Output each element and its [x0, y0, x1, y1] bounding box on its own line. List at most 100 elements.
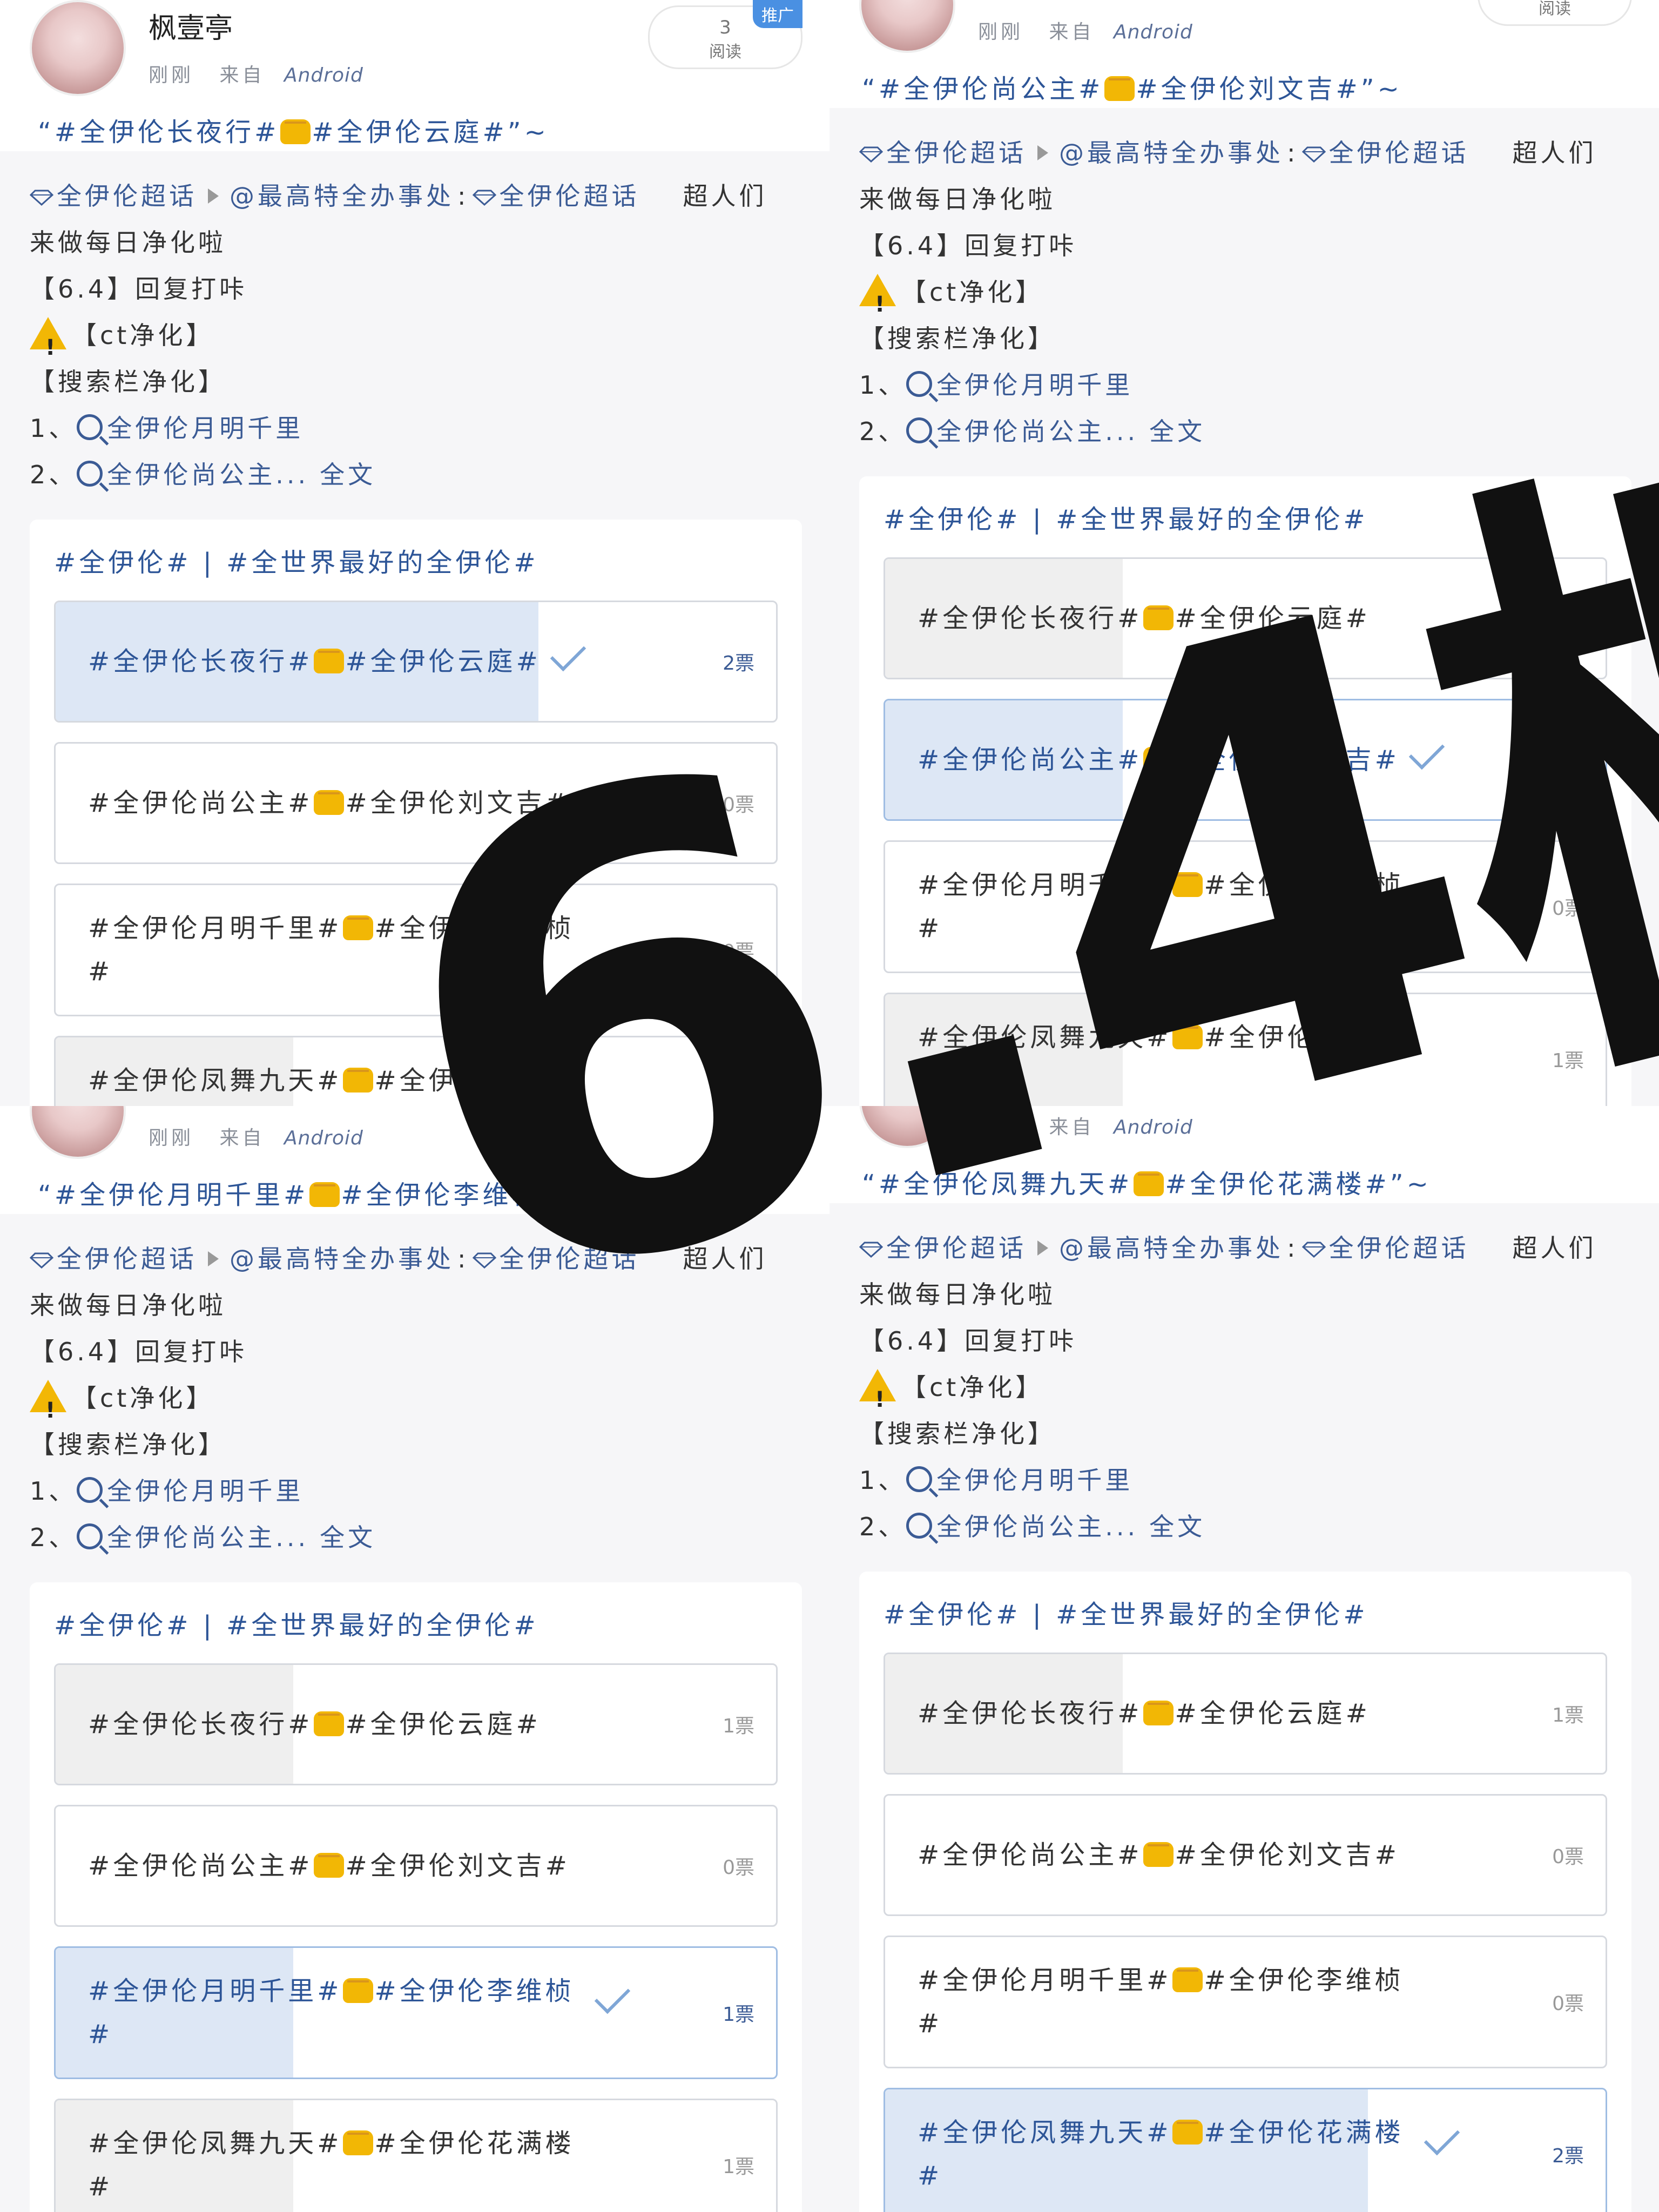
read-label: 阅读 — [709, 43, 741, 62]
repost-topic[interactable]: “#全伊伦月明千里# #全伊伦李维桢#”~ — [38, 1174, 608, 1211]
search-item-1[interactable]: 1、 全伊伦月明千里 — [859, 1457, 1632, 1503]
full-text-link[interactable]: 全文 — [1149, 417, 1205, 446]
author-name[interactable]: 枫壹亭 — [149, 5, 233, 46]
supertopic-link[interactable]: 全伊伦超话 — [859, 138, 1027, 167]
supertopic-link[interactable]: 全伊伦超话 — [30, 1244, 197, 1273]
full-text-link[interactable]: 全文 — [320, 1523, 376, 1552]
fist-icon — [309, 1182, 340, 1207]
vote-option-4[interactable]: #全伊伦凤舞九天##全伊伦花满楼#1票 — [884, 993, 1607, 1106]
body-line-3: 【6.4】回复打咔 — [30, 1337, 248, 1366]
body-line-2: 来做每日净化啦 — [30, 228, 226, 257]
vote-option-2[interactable]: #全伊伦尚公主# #全伊伦刘文吉# 1票 — [884, 699, 1607, 821]
vote-count: 1票 — [723, 1715, 754, 1737]
vote-option-3[interactable]: #全伊伦月明千里# #全伊伦李维桢 #0票 — [54, 884, 778, 1016]
search-item-2[interactable]: 2、 全伊伦尚公主... 全文 — [859, 408, 1632, 455]
body-line-4: ! 【ct净化】 — [859, 269, 1632, 317]
search-icon — [906, 371, 933, 397]
platform-label: Android — [1113, 1116, 1193, 1138]
body-line-2: 来做每日净化啦 — [859, 185, 1056, 214]
mention-link[interactable]: @最高特全办事处 — [1059, 1233, 1284, 1263]
search-item-2[interactable]: 2、 全伊伦尚公主... 全文 — [30, 451, 802, 498]
vote-option-3[interactable]: #全伊伦月明千里# #全伊伦李维桢 #0票 — [884, 840, 1607, 973]
body-line-5: 【搜索栏净化】 — [30, 367, 226, 396]
repost-topic[interactable]: “#全伊伦长夜行# #全伊伦云庭#”~ — [38, 111, 549, 149]
search-item-2[interactable]: 2、 全伊伦尚公主... 全文 — [30, 1514, 802, 1561]
diamond-icon — [859, 1242, 883, 1258]
supertopic-link-2[interactable]: 全伊伦超话 — [472, 181, 640, 211]
supertopic-link[interactable]: 全伊伦超话 — [30, 181, 197, 211]
vote-title: #全伊伦# | #全世界最好的全伊伦# — [884, 1600, 1368, 1630]
full-text-link[interactable]: 全文 — [320, 460, 376, 489]
search-icon — [77, 414, 103, 440]
fist-icon — [1172, 872, 1203, 897]
mention-link[interactable]: @最高特全办事处 — [230, 1244, 454, 1273]
fist-icon — [1143, 1701, 1174, 1725]
avatar[interactable] — [30, 1106, 126, 1159]
vote-option-2[interactable]: #全伊伦尚公主# #全伊伦刘文吉# 0票 — [884, 1794, 1607, 1916]
vote-option-3[interactable]: #全伊伦月明千里# #全伊伦李维桢 #0票 — [884, 1936, 1607, 2068]
vote-option-2[interactable]: #全伊伦尚公主# #全伊伦刘文吉# 0票 — [54, 742, 778, 864]
vote-title: #全伊伦# | #全世界最好的全伊伦# — [54, 548, 539, 578]
fist-icon — [1104, 76, 1135, 101]
vote-option-1[interactable]: #全伊伦长夜行# #全伊伦云庭# 1票 — [54, 1663, 778, 1785]
vote-count: 1票 — [1552, 751, 1584, 773]
body-line-3: 【6.4】回复打咔 — [859, 1326, 1077, 1355]
post-panel-1: 枫壹亭 刚刚 来自 Android 3 阅读 推广 “#全伊伦长夜行# #全伊伦云… — [0, 0, 830, 1106]
post-header: 枫壹亭 刚刚 来自 Android 3 阅读 推广 “#全伊伦长夜行# #全伊伦云… — [0, 0, 830, 151]
fist-icon — [343, 1068, 374, 1092]
vote-option-1[interactable]: #全伊伦长夜行# #全伊伦云庭# 2票 — [54, 601, 778, 723]
vote-option-4[interactable]: #全伊伦凤舞九天##全伊伦花满楼#1票 — [54, 2099, 778, 2212]
vote-option-1[interactable]: #全伊伦长夜行# #全伊伦云庭# 1票 — [884, 1653, 1607, 1775]
from-prefix: 来自 — [219, 1127, 265, 1149]
search-item-1[interactable]: 1、 全伊伦月明千里 — [859, 362, 1632, 408]
repost-topic[interactable]: “#全伊伦凤舞九天# #全伊伦花满楼#”~ — [862, 1163, 1432, 1201]
search-item-1[interactable]: 1、 全伊伦月明千里 — [30, 405, 802, 451]
check-icon — [1408, 733, 1445, 770]
vote-option-1[interactable]: #全伊伦长夜行# #全伊伦云庭# 1票 — [884, 557, 1607, 679]
vote-option-4[interactable]: #全伊伦凤舞九天# #全伊伦花满楼 #2票 — [884, 2088, 1607, 2212]
repost-topic[interactable]: “#全伊伦尚公主# #全伊伦刘文吉#”~ — [862, 68, 1402, 105]
vote-option-3[interactable]: #全伊伦月明千里# #全伊伦李维桢 #1票 — [54, 1946, 778, 2079]
fist-icon — [1143, 747, 1174, 772]
full-text-link[interactable]: 全文 — [1149, 1512, 1205, 1541]
check-icon — [594, 1978, 630, 2014]
fist-icon — [343, 915, 374, 940]
avatar[interactable] — [859, 1106, 955, 1148]
vote-option-2[interactable]: #全伊伦尚公主# #全伊伦刘文吉# 0票 — [54, 1805, 778, 1927]
vote-count: 0票 — [723, 1857, 754, 1879]
post-meta: 刚刚 来自 Android — [978, 1111, 1193, 1139]
body-line-4: ! 【ct净化】 — [30, 312, 802, 360]
fist-icon — [343, 1978, 374, 2003]
vote-option-4[interactable]: #全伊伦凤舞九天##全伊伦花满楼#1票 — [54, 1036, 778, 1106]
search-item-1[interactable]: 1、 全伊伦月明千里 — [30, 1468, 802, 1514]
fist-icon — [1134, 1171, 1164, 1196]
post-panel-3: 刚刚 来自 Android “#全伊伦月明千里# #全伊伦李维桢#”~ 全伊伦超话… — [0, 1106, 830, 2212]
body-line-4: ! 【ct净化】 — [859, 1364, 1632, 1412]
supertopic-link-2[interactable]: 全伊伦超话 — [1301, 138, 1469, 167]
from-prefix: 来自 — [1049, 1116, 1095, 1138]
search-item-2[interactable]: 2、 全伊伦尚公主... 全文 — [859, 1503, 1632, 1550]
supertopic-link[interactable]: 全伊伦超话 — [859, 1233, 1027, 1263]
avatar[interactable] — [859, 0, 955, 53]
fist-icon — [1143, 605, 1174, 630]
promo-tag: 推广 — [753, 0, 802, 28]
triangle-icon — [208, 1251, 219, 1266]
fist-icon — [314, 649, 345, 673]
mention-link[interactable]: @最高特全办事处 — [1059, 138, 1284, 167]
mention-link[interactable]: @最高特全办事处 — [230, 181, 454, 211]
vote-count: 2票 — [1552, 2145, 1584, 2167]
diamond-icon — [1301, 146, 1326, 163]
supertopic-link-2[interactable]: 全伊伦超话 — [472, 1244, 640, 1273]
diamond-icon — [472, 190, 496, 206]
vote-count: 1票 — [1552, 609, 1584, 631]
fist-icon — [314, 1853, 345, 1878]
search-icon — [77, 1477, 103, 1503]
post-time: 刚刚 — [978, 21, 1024, 43]
vote-count: 1票 — [723, 2004, 754, 2026]
check-icon — [1424, 2119, 1460, 2156]
supertopic-link-2[interactable]: 全伊伦超话 — [1301, 1233, 1469, 1263]
avatar[interactable] — [30, 0, 126, 96]
triangle-icon — [1037, 145, 1048, 160]
post-body: 全伊伦超话 @最高特全办事处: 全伊伦超话 超人们 来做每日净化啦 【6.4】回复打咔… — [830, 1203, 1659, 2212]
fist-icon — [1172, 2120, 1203, 2144]
